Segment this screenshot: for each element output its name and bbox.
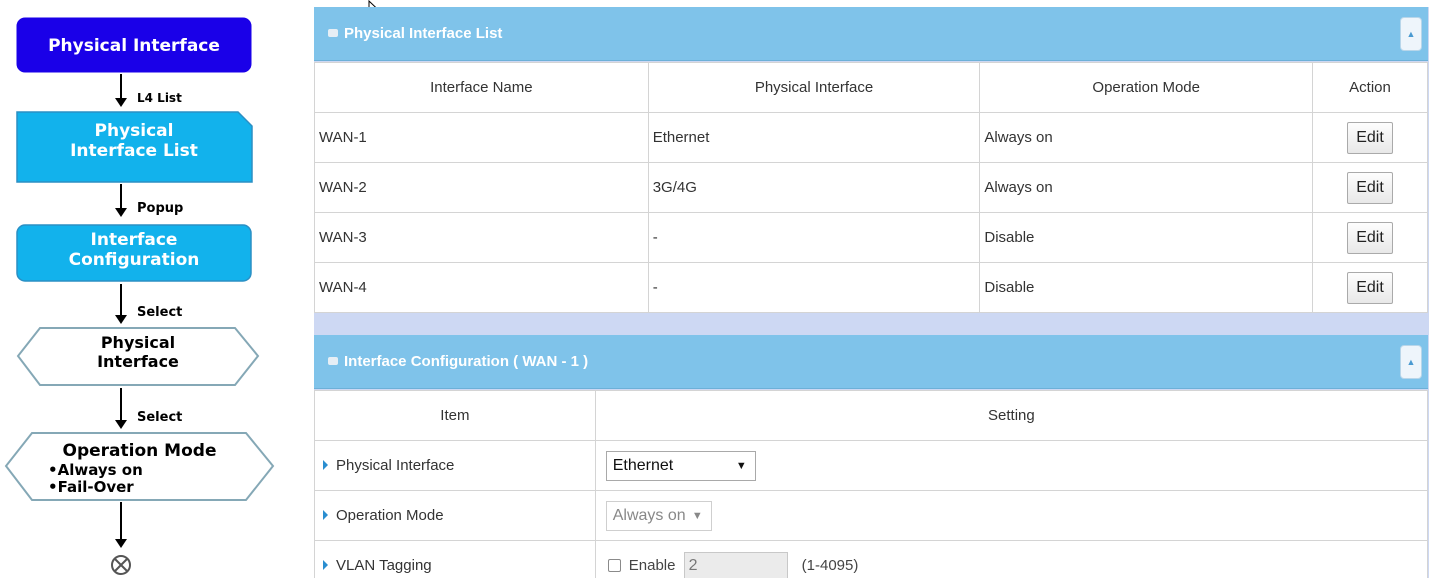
table-row: WAN-2 3G/4G Always on Edit bbox=[314, 162, 1428, 213]
arrow-1 bbox=[120, 74, 122, 98]
table-row: WAN-3 - Disable Edit bbox=[314, 212, 1428, 263]
config-row-physical: Physical Interface Ethernet ▼ bbox=[314, 440, 1429, 491]
node5-title: Operation Mode bbox=[62, 441, 217, 461]
panel-bullet-icon bbox=[328, 357, 338, 366]
content-area: Physical Interface List ▲ Interface Name… bbox=[314, 7, 1429, 578]
interface-config-table: Item Setting Physical Interface Ethernet… bbox=[314, 390, 1429, 578]
triangle-right-icon bbox=[323, 510, 328, 520]
operation-mode-select: Always on ▼ bbox=[605, 500, 712, 531]
cell-action: Edit bbox=[1312, 112, 1428, 163]
cell-interface-name: WAN-4 bbox=[314, 262, 649, 313]
triangle-right-icon bbox=[323, 560, 328, 570]
item-vlan-tagging: VLAN Tagging bbox=[314, 540, 596, 578]
cell-physical-interface: - bbox=[647, 262, 981, 313]
node-physical-interface: Physical Interface bbox=[48, 36, 220, 56]
node5-bullet-fail-over: •Fail-Over bbox=[48, 477, 134, 496]
node3-line1: Interface bbox=[90, 230, 178, 250]
node5-bullets: •Always on •Fail-Over bbox=[48, 462, 143, 495]
table-row: WAN-4 - Disable Edit bbox=[314, 262, 1428, 313]
vlan-enable-checkbox[interactable] bbox=[607, 559, 621, 572]
label-select-1: Select bbox=[137, 305, 183, 320]
cell-physical-interface: 3G/4G bbox=[647, 162, 981, 213]
arrow-4-head bbox=[115, 420, 127, 429]
node4-line2: Interface bbox=[97, 352, 179, 372]
physical-interface-select[interactable]: Ethernet ▼ bbox=[605, 450, 756, 481]
edit-button-wan2[interactable]: Edit bbox=[1347, 171, 1394, 204]
node2-line2: Interface List bbox=[70, 141, 198, 162]
vlan-range-hint: (1-4095) bbox=[801, 556, 859, 574]
node5-bullet-always-on: •Always on bbox=[48, 461, 143, 479]
label-select-2: Select bbox=[137, 410, 183, 425]
config-row-vlan: VLAN Tagging Enable 2 (1-4095) bbox=[314, 540, 1429, 578]
table-header-row: Interface Name Physical Interface Operat… bbox=[314, 62, 1428, 113]
collapse-up-icon: ▲ bbox=[1406, 357, 1416, 367]
cell-interface-name: WAN-2 bbox=[314, 162, 649, 213]
cell-physical-interface: - bbox=[647, 212, 981, 263]
config-panel-header: Interface Configuration ( WAN - 1 ) ▲ bbox=[314, 335, 1428, 389]
list-panel-title: Physical Interface List bbox=[328, 7, 502, 61]
node4-line1: Physical bbox=[100, 333, 176, 352]
edit-button-wan4[interactable]: Edit bbox=[1347, 271, 1394, 304]
node3-line2: Configuration bbox=[68, 250, 200, 271]
cell-operation-mode: Always on bbox=[979, 162, 1314, 213]
dropdown-caret-icon: ▼ bbox=[691, 509, 703, 522]
node-interface-configuration: Interface Configuration bbox=[17, 230, 251, 271]
col-item: Item bbox=[314, 390, 596, 441]
cell-action: Edit bbox=[1312, 262, 1428, 313]
arrow-2 bbox=[120, 184, 122, 208]
arrow-5 bbox=[120, 502, 122, 539]
table-row: WAN-1 Ethernet Always on Edit bbox=[314, 112, 1428, 163]
flowchart: Physical Interface L4 List Physical Inte… bbox=[0, 0, 290, 578]
label-l4-list: L4 List bbox=[137, 91, 182, 105]
arrow-3-head bbox=[115, 315, 127, 324]
node-physical-interface-list: Physical Interface List bbox=[17, 121, 251, 162]
node-operation-mode: Operation Mode bbox=[6, 441, 273, 461]
col-operation-mode: Operation Mode bbox=[979, 62, 1314, 113]
vlan-id-input[interactable]: 2 bbox=[683, 551, 788, 578]
arrow-3 bbox=[120, 284, 122, 315]
edit-button-wan1[interactable]: Edit bbox=[1347, 121, 1394, 154]
setting-operation-mode: Always on ▼ bbox=[594, 490, 1429, 541]
cell-interface-name: WAN-3 bbox=[314, 212, 649, 263]
item-physical-interface: Physical Interface bbox=[314, 440, 596, 491]
dropdown-caret-icon: ▼ bbox=[735, 459, 747, 472]
item-operation-mode: Operation Mode bbox=[314, 490, 596, 541]
list-panel-header: Physical Interface List ▲ bbox=[314, 7, 1428, 61]
interface-list-table: Interface Name Physical Interface Operat… bbox=[314, 62, 1428, 313]
arrow-2-head bbox=[115, 208, 127, 217]
panel-bullet-icon bbox=[328, 29, 338, 38]
arrow-1-head bbox=[115, 98, 127, 107]
col-physical-interface: Physical Interface bbox=[647, 62, 981, 113]
vlan-enable-label: Enable bbox=[628, 556, 676, 574]
setting-vlan-tagging: Enable 2 (1-4095) bbox=[594, 540, 1429, 578]
cell-operation-mode: Disable bbox=[979, 262, 1314, 313]
setting-physical-interface: Ethernet ▼ bbox=[594, 440, 1429, 491]
node-physical-interface-select: Physical Interface bbox=[18, 333, 258, 371]
col-interface-name: Interface Name bbox=[314, 62, 649, 113]
arrow-5-head bbox=[115, 539, 127, 548]
cell-interface-name: WAN-1 bbox=[314, 112, 649, 163]
node2-line1: Physical bbox=[94, 121, 174, 141]
collapse-up-icon: ▲ bbox=[1406, 29, 1416, 39]
cell-physical-interface: Ethernet bbox=[647, 112, 981, 163]
label-popup: Popup bbox=[137, 201, 184, 216]
cell-operation-mode: Always on bbox=[979, 112, 1314, 163]
config-panel-title: Interface Configuration ( WAN - 1 ) bbox=[328, 335, 588, 389]
config-row-mode: Operation Mode Always on ▼ bbox=[314, 490, 1429, 541]
col-action: Action bbox=[1312, 62, 1428, 113]
triangle-right-icon bbox=[323, 460, 328, 470]
flowchart-shapes bbox=[4, 17, 275, 575]
cell-action: Edit bbox=[1312, 162, 1428, 213]
config-header-row: Item Setting bbox=[314, 390, 1429, 441]
config-panel-collapse-button[interactable]: ▲ bbox=[1400, 345, 1422, 379]
cell-operation-mode: Disable bbox=[979, 212, 1314, 263]
cell-action: Edit bbox=[1312, 212, 1428, 263]
list-panel-collapse-button[interactable]: ▲ bbox=[1400, 17, 1422, 51]
arrow-4 bbox=[120, 388, 122, 420]
edit-button-wan3[interactable]: Edit bbox=[1347, 221, 1394, 254]
col-setting: Setting bbox=[594, 390, 1429, 441]
